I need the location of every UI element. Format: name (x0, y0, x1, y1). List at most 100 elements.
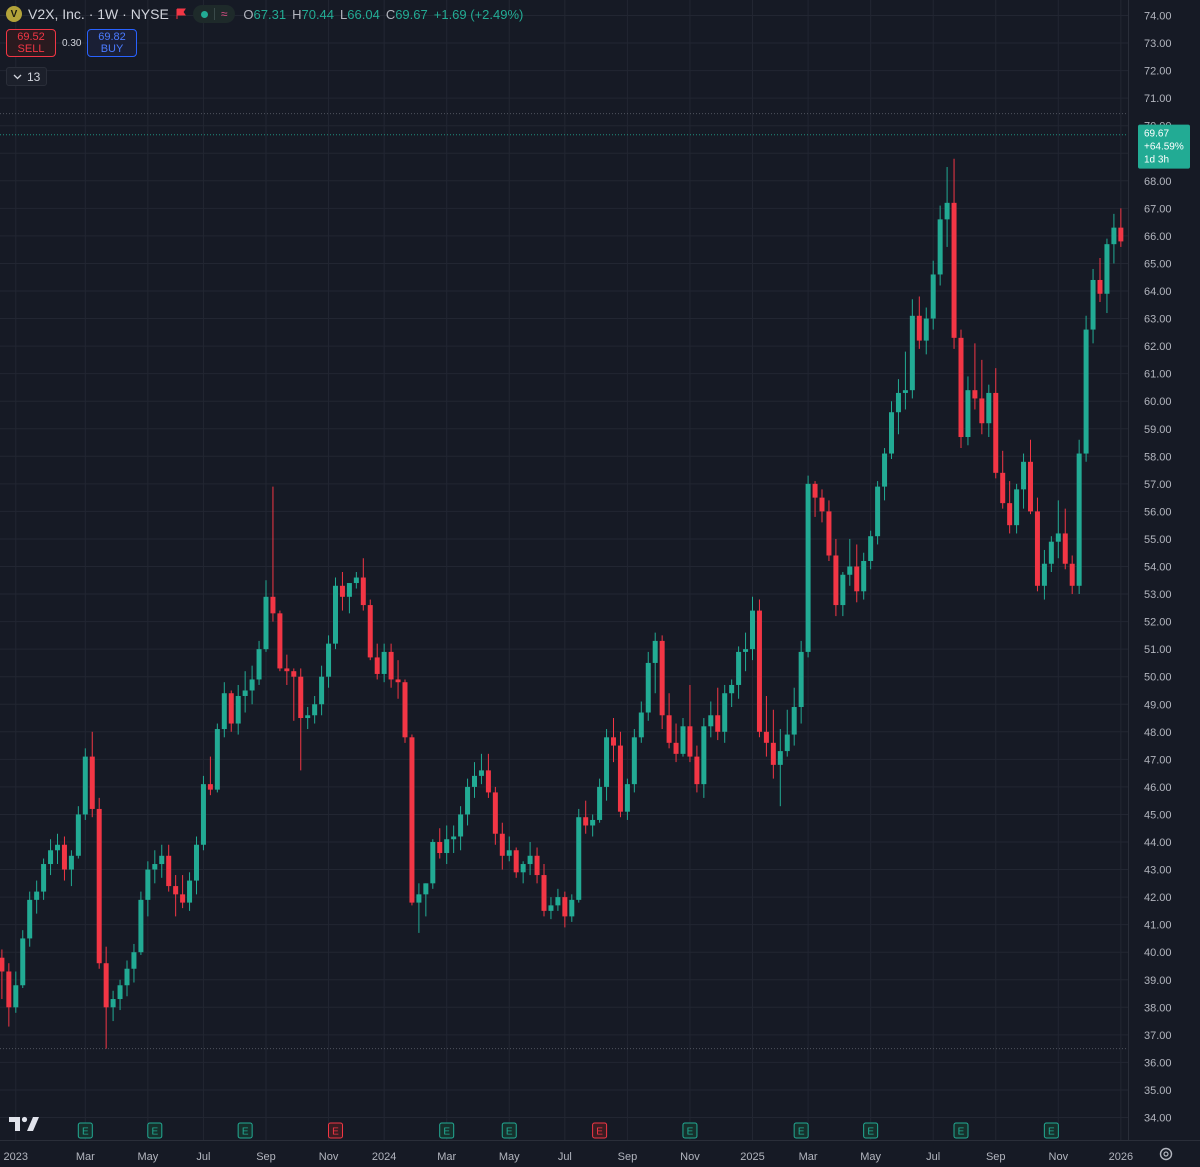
candle (895, 379, 901, 435)
candle-body (89, 756, 95, 809)
candle-body (1014, 489, 1020, 526)
earnings-marker[interactable]: E (147, 1122, 163, 1139)
candle-body (221, 693, 227, 730)
candle-body (207, 784, 213, 790)
candle-body (770, 742, 776, 765)
market-status-pill[interactable]: ≈ (192, 5, 236, 23)
candle (465, 778, 471, 826)
candle-body (499, 833, 505, 856)
last-price-tag: 69.67 +64.59% 1d 3h (1138, 124, 1190, 169)
symbol-logo[interactable]: V (6, 6, 22, 22)
candle-body (200, 784, 206, 845)
earnings-marker[interactable]: E (237, 1122, 253, 1139)
candle-body (1111, 227, 1117, 245)
earnings-marker[interactable]: E (592, 1122, 608, 1139)
open-label: O (243, 6, 254, 22)
candle-body (277, 613, 283, 669)
earnings-marker[interactable]: E (439, 1122, 455, 1139)
symbol-legend: V V2X, Inc. · 1W · NYSE ≈ O67.31 H70.44 … (6, 4, 523, 24)
candle-body (909, 315, 915, 391)
time-axis-label: Mar (76, 1151, 95, 1163)
candle (687, 684, 693, 763)
candle (659, 635, 665, 730)
candle-body (1034, 511, 1040, 586)
candle (346, 583, 352, 614)
earnings-marker-label: E (1048, 1127, 1055, 1138)
candle (1007, 481, 1013, 534)
candle-body (548, 905, 554, 911)
candle (965, 376, 971, 446)
gear-icon[interactable] (1159, 1147, 1173, 1161)
red-flag-icon[interactable] (175, 8, 187, 20)
candle (458, 806, 464, 851)
candle (833, 538, 839, 617)
tradingview-logo[interactable] (8, 1114, 40, 1134)
candle-body (680, 726, 686, 754)
candle-body (110, 999, 116, 1008)
candle (791, 687, 797, 746)
indicators-toggle-button[interactable]: 13 (6, 67, 48, 86)
candle-body (652, 640, 658, 663)
candle (1062, 508, 1068, 570)
candle-body (736, 651, 742, 685)
candle (722, 684, 728, 743)
price-axis-label: 37.00 (1144, 1030, 1172, 1042)
candle-body (895, 392, 901, 413)
candle (548, 897, 554, 920)
candle (187, 872, 193, 911)
candle (666, 693, 672, 749)
candle (200, 775, 206, 851)
sell-button[interactable]: 69.52 SELL (6, 29, 56, 57)
earnings-marker[interactable]: E (953, 1122, 969, 1139)
candle-body (993, 392, 999, 473)
symbol-title[interactable]: V2X, Inc. · 1W · NYSE (28, 6, 169, 22)
candle-body (972, 390, 978, 399)
price-axis-label: 51.00 (1144, 644, 1172, 656)
price-chart[interactable]: 34.00 35.00 36.00 37.00 38.00 39.00 40.00 41.00… (0, 0, 1200, 1167)
candle (166, 844, 172, 892)
buy-label: BUY (100, 43, 124, 55)
earnings-marker-label: E (332, 1127, 339, 1138)
time-axis-label: 2023 (4, 1151, 28, 1163)
candle (499, 822, 505, 870)
price-axis-label: 55.00 (1144, 534, 1172, 546)
candle (736, 646, 742, 699)
candle (263, 580, 269, 652)
candle-body (458, 814, 464, 837)
earnings-marker[interactable]: E (1043, 1122, 1059, 1139)
time-axis-label: Jul (196, 1151, 210, 1163)
candle (437, 828, 443, 859)
candle (993, 368, 999, 479)
buy-button[interactable]: 69.82 BUY (87, 29, 137, 57)
price-axis-label: 64.00 (1144, 286, 1172, 298)
earnings-marker[interactable]: E (77, 1122, 93, 1139)
candle-body (791, 707, 797, 735)
candle-body (319, 676, 325, 705)
price-axis-label: 67.00 (1144, 203, 1172, 215)
candle-body (451, 836, 457, 840)
candle (194, 836, 199, 895)
candle-body (346, 583, 352, 597)
candle (882, 448, 888, 501)
candle (478, 753, 484, 785)
candle-body (965, 390, 971, 438)
price-axis-label: 71.00 (1144, 93, 1172, 105)
candle (1118, 208, 1124, 247)
candle-body (673, 742, 679, 754)
candle (444, 825, 450, 865)
candle (89, 731, 95, 818)
earnings-marker[interactable]: E (863, 1122, 879, 1139)
price-axis-label: 72.00 (1144, 66, 1172, 78)
candle (652, 632, 658, 694)
price-axis-label: 56.00 (1144, 506, 1172, 518)
candle-body (402, 682, 408, 738)
candle (534, 847, 540, 884)
candle (159, 844, 165, 878)
earnings-marker[interactable]: E (328, 1122, 343, 1139)
buy-price: 69.82 (98, 31, 126, 43)
earnings-marker[interactable]: E (793, 1122, 809, 1139)
candle-body (826, 511, 832, 556)
earnings-marker[interactable]: E (501, 1122, 517, 1139)
earnings-marker[interactable]: E (682, 1122, 698, 1139)
price-axis-label: 62.00 (1144, 341, 1172, 353)
